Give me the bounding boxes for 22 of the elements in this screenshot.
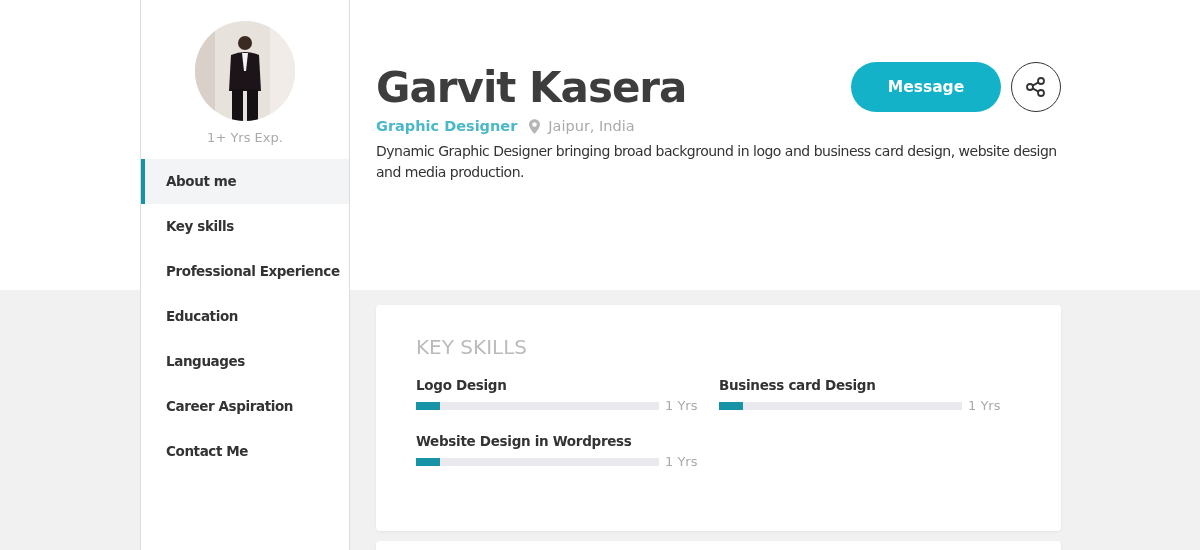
job-title: Graphic Designer [376,118,518,134]
location-pin-icon [529,118,541,134]
sidebar-item[interactable]: Professional Experience [141,249,349,294]
experience-text: 1+ Yrs Exp. [206,130,284,145]
sidebar-item[interactable]: Key skills [141,204,349,249]
sidebar-item[interactable]: About me [141,159,349,204]
profile-name: Garvit Kasera [376,62,687,114]
skill-name: Business card Design [719,377,877,393]
summary-text: Dynamic Graphic Designer bringing broad background in logo and business card design, website design and media production. [376,142,1058,182]
share-button[interactable] [1011,62,1061,112]
sidebar-item[interactable]: Career Aspiration [141,384,349,429]
sidebar-item[interactable]: Education [141,294,349,339]
section-title: KEY SKILLS [416,335,528,359]
skill-name: Website Design in Wordpress [416,433,633,449]
location-text: Jaipur, India [548,118,635,134]
sidebar-item[interactable]: Contact Me [141,429,349,474]
skill-years: 1 Yrs [665,454,698,469]
skill-name: Logo Design [416,377,508,393]
share-icon [1024,75,1048,99]
skill-years: 1 Yrs [665,398,698,413]
skill-years: 1 Yrs [968,398,1001,413]
sidebar-item[interactable]: Languages [141,339,349,384]
